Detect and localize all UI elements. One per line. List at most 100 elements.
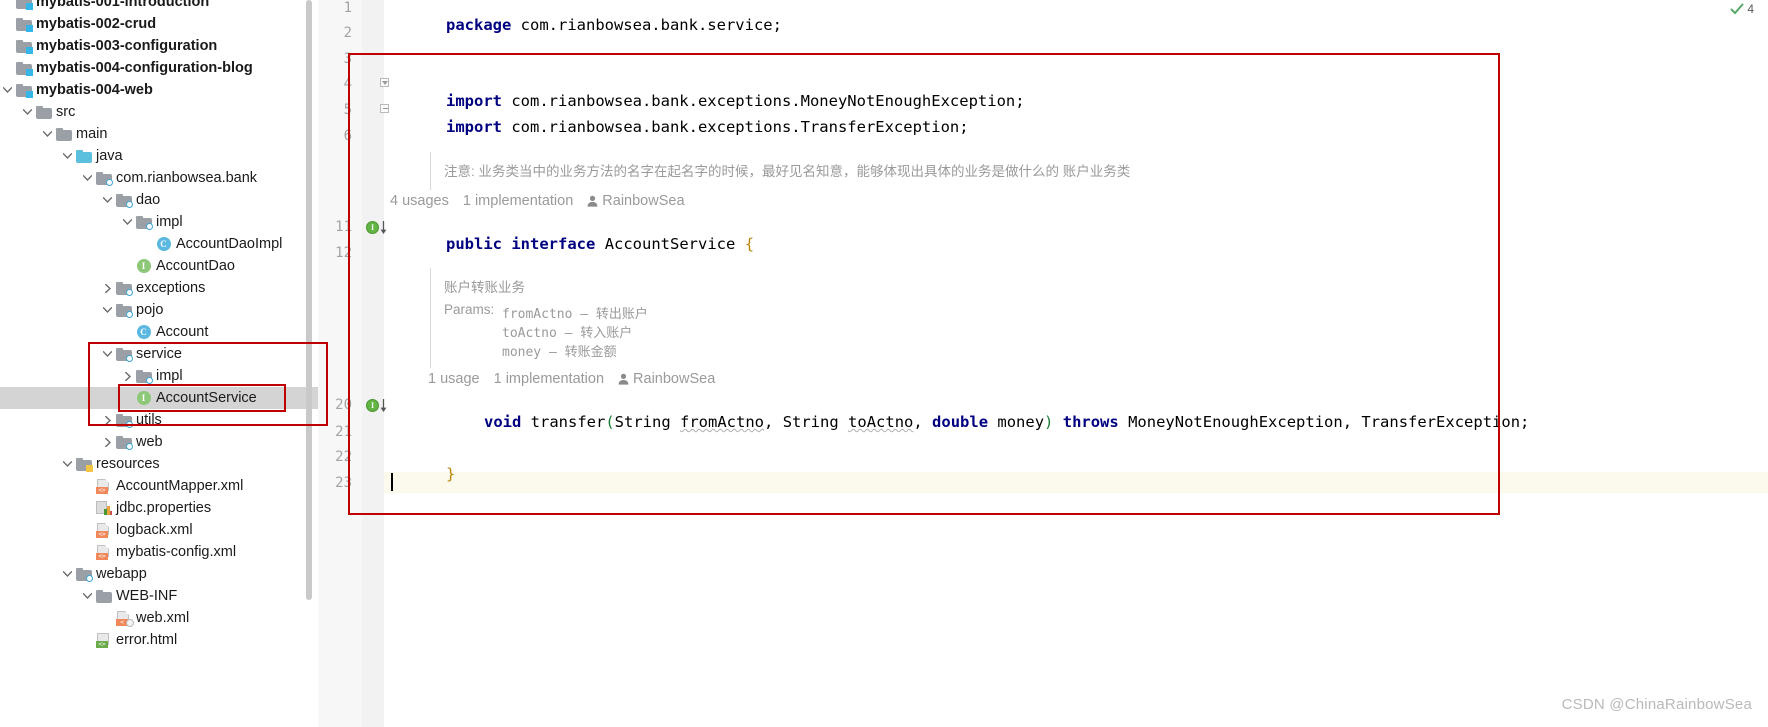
class-usages-link[interactable]: 4 usages	[390, 193, 449, 209]
module-folder-icon	[15, 38, 33, 54]
chevron-down-icon[interactable]	[100, 299, 115, 321]
chevron-down-icon[interactable]	[40, 123, 55, 145]
chevron-down-icon[interactable]	[60, 453, 75, 475]
package-name: com.rianbowsea.bank.service;	[511, 16, 782, 34]
chevron-right-icon[interactable]	[100, 409, 115, 431]
tree-item-mybatis-001-introduction[interactable]: mybatis-001-introduction	[0, 0, 318, 13]
project-tree-panel[interactable]: mybatis-001-introduction mybatis-002-crud…	[0, 0, 318, 727]
interface-icon: I	[135, 390, 152, 406]
code-line-import-2: import com.rianbowsea.bank.exceptions.Tr…	[390, 100, 969, 154]
tree-item-mybatis-004-web[interactable]: mybatis-004-web	[0, 79, 318, 101]
chevron-right-icon[interactable]	[100, 277, 115, 299]
java-source-folder-icon	[75, 148, 92, 164]
tree-item-accountmapper-xml[interactable]: <> AccountMapper.xml	[0, 475, 318, 497]
chevron-right-icon[interactable]	[120, 365, 135, 387]
tree-item-label: utils	[136, 412, 162, 428]
xml-file-icon: <>	[95, 478, 112, 494]
chevron-down-icon[interactable]	[60, 145, 75, 167]
tree-item-mybatis-config-xml[interactable]: <> mybatis-config.xml	[0, 541, 318, 563]
tree-item-webapp[interactable]: webapp	[0, 563, 318, 585]
class-implementations-link[interactable]: 1 implementation	[463, 193, 573, 209]
folder-icon	[95, 588, 112, 604]
tree-item-accountservice[interactable]: I AccountService	[0, 387, 318, 409]
tree-item-label: pojo	[136, 302, 164, 318]
method-javadoc-params-label: Params:	[444, 302, 495, 317]
package-icon	[135, 214, 153, 230]
chevron-down-icon[interactable]	[100, 189, 115, 211]
project-tree-scrollbar[interactable]	[306, 0, 312, 600]
exception-separator: ,	[1342, 413, 1362, 431]
method-implementations-link[interactable]: 1 implementation	[494, 371, 604, 387]
tree-item-label: mybatis-004-configuration-blog	[36, 60, 253, 76]
chevron-right-icon[interactable]	[100, 431, 115, 453]
tree-item-label: AccountDao	[156, 258, 235, 274]
param-name: fromActno	[680, 413, 765, 431]
line-number: 23	[335, 475, 352, 491]
line-number: 22	[335, 449, 352, 465]
tree-item-web[interactable]: web	[0, 431, 318, 453]
tree-item-dao[interactable]: dao	[0, 189, 318, 211]
line-number: 21	[335, 424, 352, 440]
package-icon	[115, 302, 133, 318]
chevron-down-icon[interactable]	[120, 211, 135, 233]
chevron-down-icon[interactable]	[80, 167, 95, 189]
tree-item-label: java	[96, 148, 123, 164]
close-brace: }	[446, 465, 456, 483]
chevron-down-icon[interactable]	[0, 79, 15, 101]
implementing-arrow-icon	[380, 221, 387, 234]
tree-item-jdbc-properties[interactable]: jdbc.properties	[0, 497, 318, 519]
tree-item-service[interactable]: service	[0, 343, 318, 365]
tree-item-error-html[interactable]: <> error.html	[0, 629, 318, 651]
editor-vertical-scrollbar[interactable]	[1761, 0, 1766, 727]
fold-region-icon[interactable]	[380, 104, 389, 113]
implemented-interface-marker-icon[interactable]: I	[366, 399, 379, 412]
tree-item-accountdao[interactable]: I AccountDao	[0, 255, 318, 277]
tree-item-label: service	[136, 346, 182, 362]
no-problems-check-icon	[1730, 3, 1744, 15]
fold-expand-icon[interactable]	[380, 78, 389, 87]
method-javadoc-param: money – 转账金额	[502, 345, 617, 360]
tree-item-mybatis-003-configuration[interactable]: mybatis-003-configuration	[0, 35, 318, 57]
tree-item-label: web.xml	[136, 610, 190, 626]
class-javadoc-text: 注意: 业务类当中的业务方法的名字在起名字的时候，最好见名知意，能够体现出具体的…	[444, 164, 1131, 179]
tree-item-web-inf[interactable]: WEB-INF	[0, 585, 318, 607]
tree-item-impl[interactable]: impl	[0, 211, 318, 233]
method-author-label[interactable]: RainbowSea	[618, 371, 715, 387]
chevron-down-icon[interactable]	[20, 101, 35, 123]
tree-item-exceptions[interactable]: exceptions	[0, 277, 318, 299]
line-number: 1	[343, 0, 352, 16]
chevron-down-icon[interactable]	[60, 563, 75, 585]
tree-item-java[interactable]: java	[0, 145, 318, 167]
tree-item-mybatis-004-configuration-blog[interactable]: mybatis-004-configuration-blog	[0, 57, 318, 79]
tree-item-src[interactable]: src	[0, 101, 318, 123]
tree-item-main[interactable]: main	[0, 123, 318, 145]
resources-folder-icon	[75, 456, 93, 472]
tree-item-logback-xml[interactable]: <> logback.xml	[0, 519, 318, 541]
tree-item-account[interactable]: C Account	[0, 321, 318, 343]
chevron-down-icon[interactable]	[80, 585, 95, 607]
method-usages-link[interactable]: 1 usage	[428, 371, 480, 387]
tree-item-mybatis-002-crud[interactable]: mybatis-002-crud	[0, 13, 318, 35]
class-author-name: RainbowSea	[602, 193, 685, 209]
tree-item-accountdaoimpl[interactable]: C AccountDaoImpl	[0, 233, 318, 255]
tree-item-utils[interactable]: utils	[0, 409, 318, 431]
folder-icon	[55, 126, 72, 142]
code-editor[interactable]: 1 2 3 4 5 6 11 12 20 21 22 23 I I packag…	[318, 0, 1768, 727]
implemented-interface-marker-icon[interactable]: I	[366, 221, 379, 234]
inspection-status-widget[interactable]: 4	[1730, 2, 1754, 16]
open-paren: (	[605, 413, 615, 431]
exception-type: MoneyNotEnoughException	[1128, 413, 1343, 431]
keyword-package: package	[446, 16, 512, 34]
tree-item-resources[interactable]: resources	[0, 453, 318, 475]
tree-item-label: src	[56, 104, 76, 120]
open-brace: {	[744, 235, 755, 253]
chevron-down-icon[interactable]	[100, 343, 115, 365]
code-line-transfer-signature: void transfer(String fromActno, String t…	[428, 395, 1529, 449]
tree-item-pojo[interactable]: pojo	[0, 299, 318, 321]
tree-item-impl[interactable]: impl	[0, 365, 318, 387]
tree-item-web-xml[interactable]: < web.xml	[0, 607, 318, 629]
class-author-label[interactable]: RainbowSea	[587, 193, 685, 209]
tree-item-com-rianbowsea-bank[interactable]: com.rianbowsea.bank	[0, 167, 318, 189]
implementing-arrow-icon	[380, 399, 387, 412]
